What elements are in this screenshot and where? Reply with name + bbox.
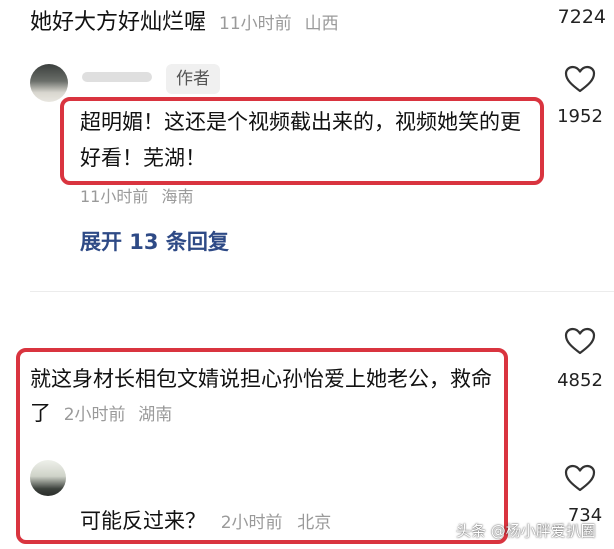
author-comment-text: 超明媚！这还是个视频截出来的，视频她笑的更好看！芜湖！	[80, 110, 521, 170]
like-button-main[interactable]	[563, 326, 597, 356]
comment-top-text: 她好大方好灿烂喔 11小时前 山西	[30, 4, 339, 36]
author-badge: 作者	[166, 64, 220, 94]
main-comment-time: 2小时前	[63, 405, 126, 425]
reply-text: 可能反过来？	[80, 509, 206, 533]
author-like-count: 1952	[557, 106, 603, 127]
reply-time: 2小时前	[220, 513, 283, 533]
author-name-redacted	[82, 72, 152, 82]
comment-top-like-count: 7224	[557, 6, 606, 28]
reply-comment: 可能反过来？ 2小时前 北京	[80, 505, 331, 535]
author-comment-location: 海南	[161, 187, 194, 206]
comment-top-location: 山西	[304, 14, 339, 34]
like-button-reply[interactable]	[563, 463, 597, 493]
heart-outline-icon	[564, 464, 596, 492]
comment-top-content: 她好大方好灿烂喔	[30, 10, 207, 35]
heart-outline-icon	[564, 327, 596, 355]
reply-location: 北京	[297, 513, 332, 533]
expand-replies-link[interactable]: 展开 13 条回复	[80, 226, 229, 256]
reply-avatar[interactable]	[30, 460, 66, 496]
main-comment: 就这身材长相包文婧说担心孙怡爱上她老公，救命了 2小时前 湖南	[30, 362, 500, 432]
comment-top-time: 11小时前	[219, 14, 292, 34]
watermark: 头条 @杨小胖爱扒圈	[456, 522, 596, 540]
author-comment-time: 11小时前	[80, 187, 149, 206]
heart-outline-icon	[564, 65, 596, 93]
main-comment-location: 湖南	[138, 405, 173, 425]
comment-divider	[30, 291, 614, 292]
author-comment-meta: 11小时前 海南	[80, 183, 193, 207]
like-button-author[interactable]	[563, 64, 597, 94]
main-like-count: 4852	[557, 370, 603, 391]
author-avatar[interactable]	[30, 64, 68, 102]
